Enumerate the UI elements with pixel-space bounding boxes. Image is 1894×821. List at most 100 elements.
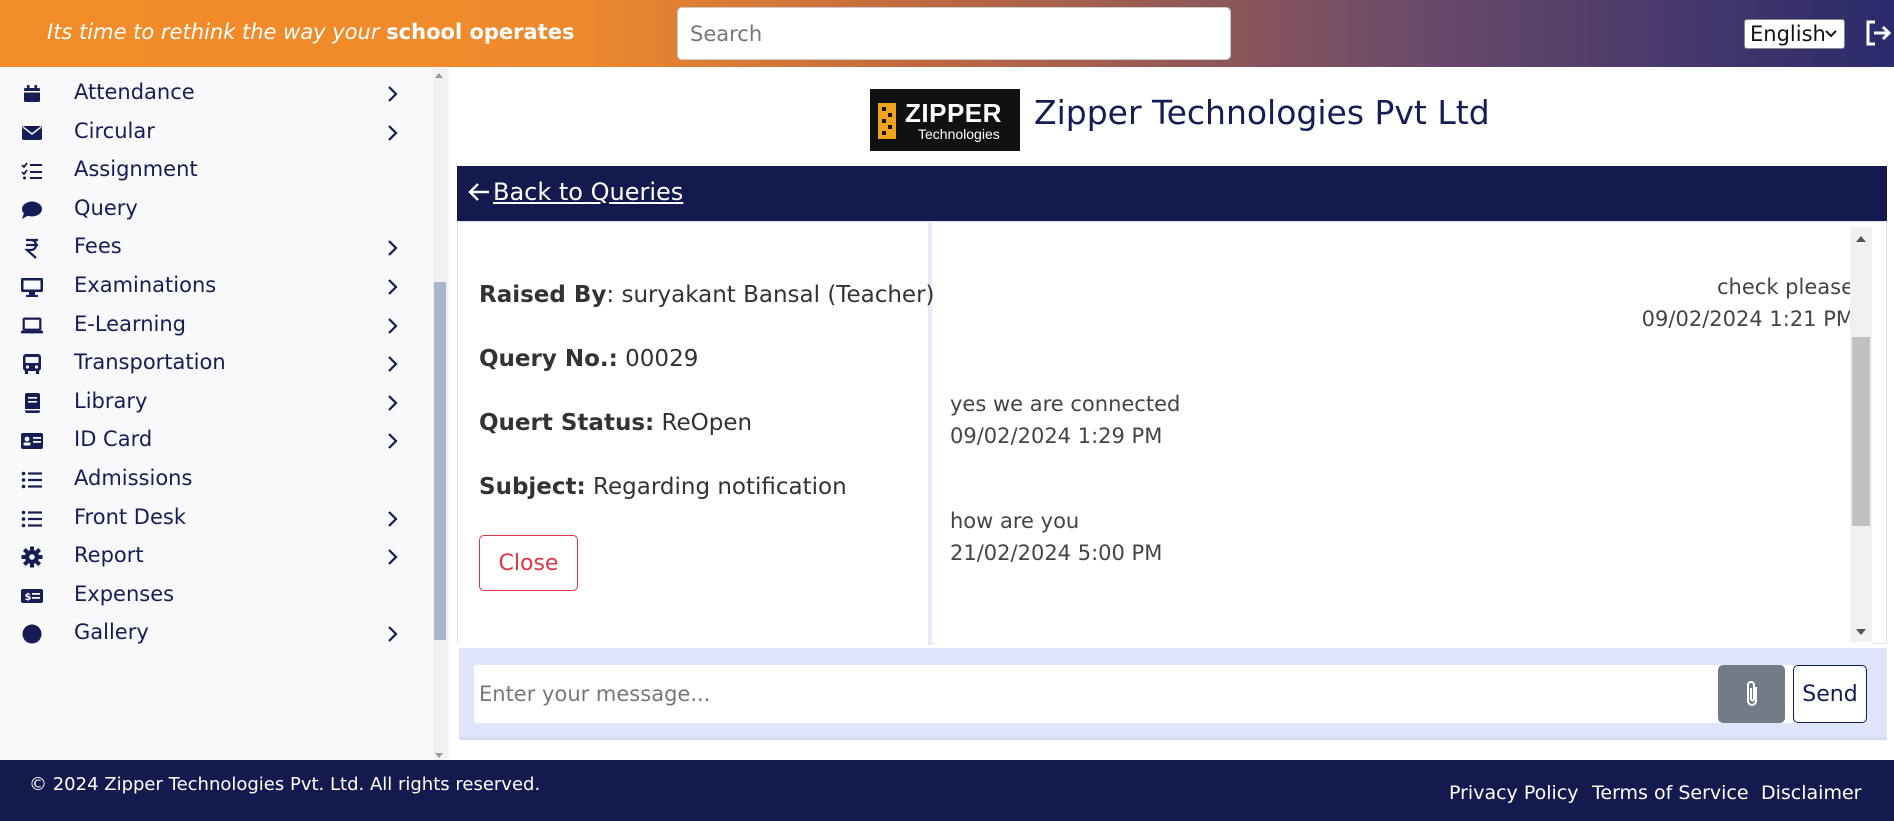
sidebar-item-attendance[interactable]: Attendance (0, 74, 430, 114)
svg-text:$: $ (25, 592, 32, 603)
chevron-down-icon (1825, 30, 1837, 38)
sidebar-item-examinations[interactable]: Examinations (0, 267, 430, 307)
back-to-queries-link[interactable]: Back to Queries (493, 178, 683, 206)
tagline-bold: school operates (386, 20, 575, 44)
sidebar-item-library[interactable]: Library (0, 383, 430, 423)
list-icon (20, 508, 44, 530)
money-icon: $ (20, 585, 44, 607)
message-input[interactable] (474, 665, 1844, 723)
checklist-icon (20, 160, 44, 182)
sidebar-item-label: Examinations (74, 273, 217, 297)
language-value: English (1750, 22, 1826, 46)
gear-icon (20, 546, 44, 568)
footer: © 2024 Zipper Technologies Pvt. Ltd. All… (0, 760, 1894, 821)
sidebar-item-label: Transportation (74, 350, 226, 375)
message-timestamp: 21/02/2024 5:00 PM (950, 541, 1163, 565)
sidebar-item-front-desk[interactable]: Front Desk (0, 499, 430, 539)
message-timestamp: 09/02/2024 1:29 PM (950, 424, 1163, 448)
terms-of-service-link[interactable]: Terms of Service (1592, 782, 1749, 804)
id-card-icon (20, 430, 44, 452)
message-text: yes we are connected (950, 392, 1181, 416)
close-query-button[interactable]: Close (479, 535, 578, 591)
raised-by-label: Raised By (479, 282, 607, 308)
message-composer: Send (459, 648, 1887, 740)
sidebar-item-transportation[interactable]: Transportation (0, 344, 430, 384)
raised-by-value: : suryakant Bansal (Teacher) (606, 282, 935, 308)
query-number-value: 00029 (617, 346, 699, 372)
chevron-right-icon (386, 124, 400, 142)
sidebar-item-e-learning[interactable]: E-Learning (0, 306, 430, 346)
sidebar-item-label: Query (74, 195, 138, 220)
logo-subtext: Technologies (918, 126, 1000, 142)
chevron-right-icon (386, 355, 400, 373)
logout-icon[interactable] (1864, 18, 1892, 48)
sidebar-item-label: E-Learning (74, 311, 187, 336)
arrow-left-icon[interactable] (467, 180, 491, 204)
sidebar-item-label: Front Desk (74, 504, 186, 529)
chevron-right-icon (386, 432, 400, 450)
sidebar-item-fees[interactable]: Fees (0, 228, 430, 268)
sidebar-item-label: ID Card (74, 427, 153, 452)
sidebar-item-label: Library (74, 388, 148, 413)
chevron-right-icon (386, 394, 400, 412)
sidebar: Attendance Circular Assignment Query Fees Exa… (0, 67, 450, 760)
sidebar-scrollbar-thumb[interactable] (434, 282, 446, 640)
chevron-right-icon (386, 510, 400, 528)
chat-scroll-up-arrow[interactable] (1856, 236, 1866, 242)
sidebar-item-id-card[interactable]: ID Card (0, 421, 430, 461)
sidebar-item-label: Circular (74, 118, 155, 143)
query-subject-label: Subject: (479, 474, 586, 500)
query-status-value: ReOpen (654, 410, 753, 436)
sidebar-item-report[interactable]: Report (0, 537, 430, 577)
chevron-right-icon (386, 278, 400, 296)
list-icon (20, 469, 44, 491)
chevron-right-icon (386, 317, 400, 335)
language-select[interactable]: English (1744, 19, 1845, 49)
sidebar-item-assignment[interactable]: Assignment (0, 151, 430, 191)
rupee-icon (20, 237, 44, 260)
chat-message: how are you 21/02/2024 5:00 PM (950, 505, 1162, 569)
query-number-label: Query No.: (479, 346, 618, 372)
sidebar-item-circular[interactable]: Circular (0, 113, 430, 153)
sidebar-item-label: Report (74, 543, 144, 568)
sidebar-item-query[interactable]: Query (0, 190, 430, 230)
sidebar-item-admissions[interactable]: Admissions (0, 460, 430, 500)
sidebar-item-label: Fees (74, 234, 122, 259)
logo-text: ZIPPER (905, 98, 1002, 128)
query-panel: Raised By: suryakant Bansal (Teacher) Qu… (457, 221, 1887, 645)
send-button[interactable]: Send (1793, 665, 1867, 723)
top-bar: Its time to rethink the way your school … (0, 0, 1894, 67)
copyright-text: © 2024 Zipper Technologies Pvt. Ltd. All… (29, 774, 541, 795)
chat-message: yes we are connected 09/02/2024 1:29 PM (950, 388, 1180, 452)
chevron-right-icon (386, 548, 400, 566)
circle-icon (20, 623, 44, 645)
sidebar-item-label: Gallery (74, 620, 149, 645)
message-timestamp: 09/02/2024 1:21 PM (1641, 307, 1854, 331)
sidebar-item-expenses[interactable]: $ Expenses (0, 576, 430, 616)
disclaimer-link[interactable]: Disclaimer (1761, 782, 1861, 804)
sidebar-scroll-up-arrow[interactable] (435, 73, 443, 78)
query-number: Query No.: 00029 (479, 346, 698, 372)
chevron-right-icon (386, 85, 400, 103)
privacy-policy-link[interactable]: Privacy Policy (1449, 782, 1578, 804)
tagline: Its time to rethink the way your school … (47, 20, 574, 44)
attach-button[interactable] (1718, 665, 1785, 723)
chat-scrollbar-thumb[interactable] (1852, 337, 1870, 526)
chat-message: check please 09/02/2024 1:21 PM (1642, 271, 1854, 335)
chevron-right-icon (386, 239, 400, 257)
message-text: how are you (950, 509, 1080, 533)
query-status-label: Quert Status: (479, 410, 655, 436)
chat-scroll-down-arrow[interactable] (1856, 629, 1866, 635)
search-input[interactable] (677, 7, 1231, 60)
bus-icon (20, 353, 44, 375)
chat-bubble-icon (20, 199, 44, 221)
sidebar-item-label: Assignment (74, 157, 198, 182)
company-name: Zipper Technologies Pvt Ltd (1034, 93, 1490, 132)
sidebar-item-label: Expenses (74, 581, 175, 606)
sidebar-scroll-down-arrow[interactable] (435, 753, 443, 758)
query-details: Raised By: suryakant Bansal (Teacher) Qu… (458, 222, 935, 645)
sidebar-item-label: Attendance (74, 80, 195, 104)
chevron-right-icon (386, 625, 400, 643)
sidebar-item-gallery[interactable]: Gallery (0, 614, 430, 654)
tagline-text: Its time to rethink the way your (47, 20, 387, 44)
